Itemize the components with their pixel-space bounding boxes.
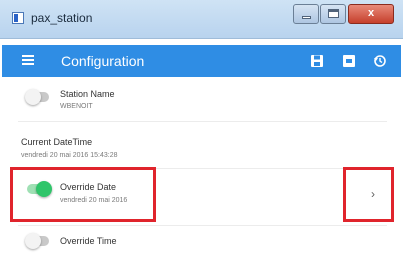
close-button[interactable]: x: [348, 4, 394, 24]
override-time-toggle[interactable]: [25, 233, 49, 249]
minimize-icon: [302, 16, 311, 19]
divider: [18, 121, 387, 122]
current-datetime-label: Current DateTime: [21, 137, 93, 147]
override-time-label: Override Time: [60, 236, 117, 246]
menu-icon[interactable]: [22, 55, 34, 66]
station-name-value: WBENOIT: [60, 103, 93, 110]
minimize-button[interactable]: [293, 4, 319, 24]
highlight-box: [343, 167, 394, 222]
save-icon[interactable]: [309, 53, 325, 69]
title-bar[interactable]: pax_station x: [0, 0, 403, 39]
station-name-label: Station Name: [60, 89, 115, 99]
page-title: Configuration: [61, 53, 145, 69]
app-bar: Configuration: [2, 45, 401, 77]
history-icon[interactable]: [372, 53, 388, 69]
window-title: pax_station: [31, 11, 93, 25]
folder-icon[interactable]: [341, 53, 357, 69]
app-window: pax_station x Configuration Station Name…: [0, 0, 403, 264]
station-name-toggle[interactable]: [25, 89, 49, 105]
current-datetime-value: vendredi 20 mai 2016 15:43:28: [21, 152, 118, 159]
divider: [18, 225, 387, 226]
maximize-icon: [328, 9, 339, 18]
highlight-box: [10, 167, 156, 222]
maximize-button[interactable]: [320, 4, 346, 24]
app-icon: [12, 12, 24, 24]
